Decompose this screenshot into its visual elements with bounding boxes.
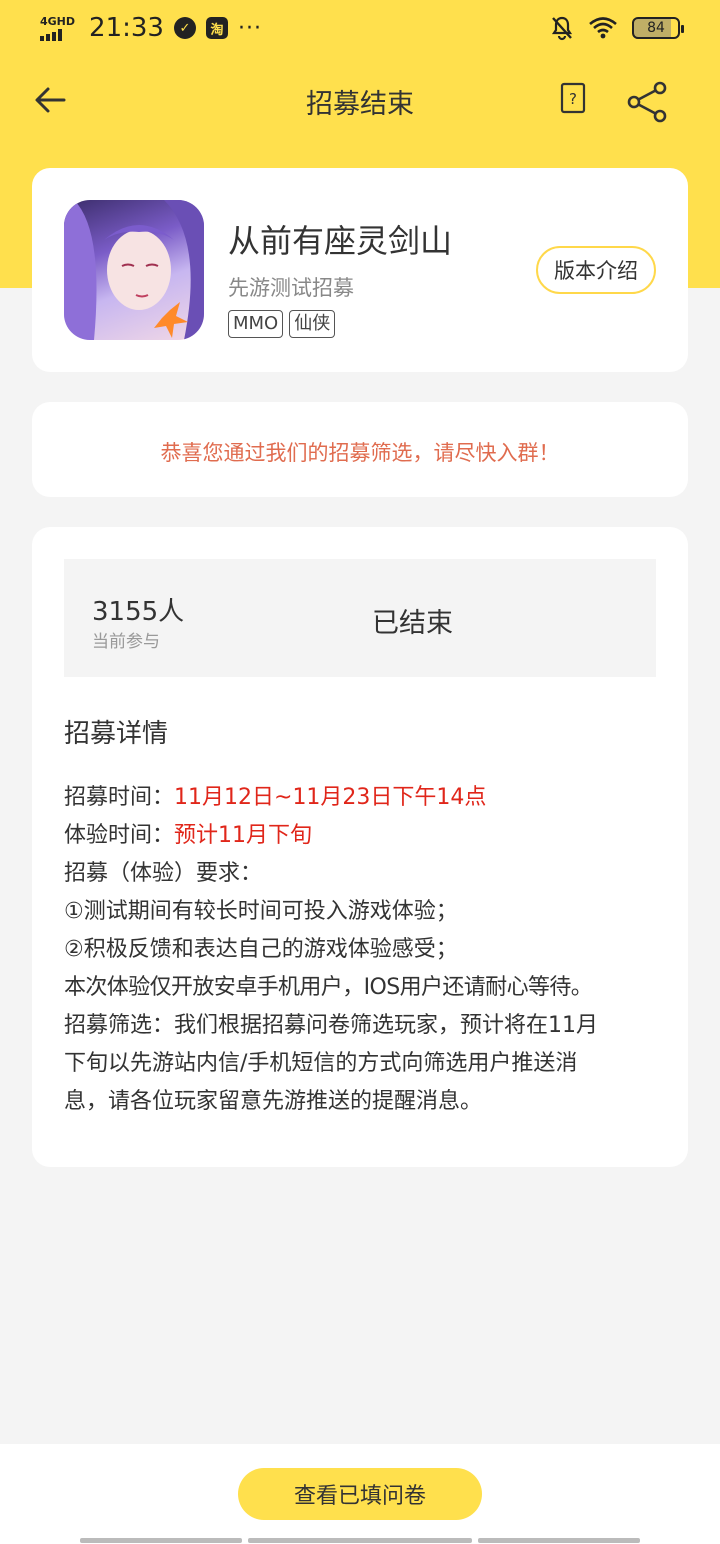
- recruit-time-line: 招募时间：11月12日~11月23日下午14点: [64, 779, 664, 817]
- game-character-art: [64, 200, 204, 340]
- filter-line-1: 招募筛选：我们根据招募问卷筛选玩家，预计将在11月: [64, 1013, 598, 1038]
- question-card-icon: ?: [560, 82, 586, 114]
- detail-card: 3155人 当前参与 已结束 招募详情 招募时间：11月12日~11月23日下午…: [32, 527, 688, 1167]
- stats-box: 3155人 当前参与 已结束: [64, 559, 656, 677]
- nav-indicator-left: [80, 1538, 242, 1543]
- status-time: 21:33: [89, 13, 164, 43]
- congrats-card: 恭喜您通过我们的招募筛选，请尽快入群！: [32, 402, 688, 497]
- version-intro-button[interactable]: 版本介绍: [536, 246, 656, 294]
- game-card: 从前有座灵剑山 先游测试招募 MMO 仙侠 版本介绍: [32, 168, 688, 372]
- filter-line-2: 下旬以先游站内信/手机短信的方式向筛选用户推送消: [64, 1051, 578, 1076]
- taobao-notification-icon: 淘: [205, 17, 228, 39]
- share-button[interactable]: [626, 80, 670, 124]
- notification-app-icon: ✓: [173, 17, 196, 39]
- status-bar: 4GHD 21:33 ✓ 淘 ··· 84: [0, 0, 720, 56]
- page-title: 招募结束: [306, 89, 414, 120]
- help-button[interactable]: ?: [560, 82, 594, 118]
- bell-muted-icon: [551, 16, 573, 41]
- recruit-time-value: 11月12日~11月23日下午14点: [174, 785, 487, 810]
- wifi-icon: [589, 17, 617, 39]
- share-icon: [627, 81, 667, 123]
- nav-indicator-center: [248, 1538, 472, 1543]
- nav-bar: 招募结束 ?: [0, 60, 720, 140]
- detail-title: 招募详情: [64, 719, 169, 749]
- filter-line-3: 息，请各位玩家留意先游推送的提醒消息。: [64, 1089, 483, 1114]
- tag-xianxia: 仙侠: [289, 310, 336, 338]
- more-notifications-icon: ···: [237, 15, 262, 41]
- requirement-2: ②积极反馈和表达自己的游戏体验感受；: [64, 937, 458, 962]
- game-subtitle: 先游测试招募: [228, 276, 354, 300]
- view-questionnaire-button[interactable]: 查看已填问卷: [238, 1468, 482, 1520]
- recruit-time-label: 招募时间：: [64, 785, 175, 810]
- recruit-status: 已结束: [372, 608, 453, 639]
- participant-count: 3155人: [92, 597, 185, 627]
- requirement-1: ①测试期间有较长时间可投入游戏体验；: [64, 899, 458, 924]
- experience-time-value: 预计11月下旬: [174, 823, 313, 848]
- game-tags: MMO 仙侠: [228, 310, 336, 338]
- signal-indicator: 4GHD: [40, 16, 75, 41]
- requirements-label: 招募（体验）要求：: [64, 861, 263, 886]
- platform-note: 本次体验仅开放安卓手机用户，IOS用户还请耐心等待。: [64, 975, 593, 1000]
- battery-level: 84: [647, 20, 665, 36]
- game-icon[interactable]: [64, 200, 204, 340]
- network-type: 4GHD: [40, 14, 76, 28]
- signal-bars-icon: [40, 28, 62, 41]
- game-name: 从前有座灵剑山: [228, 222, 453, 260]
- tag-mmo: MMO: [228, 310, 284, 338]
- experience-time-label: 体验时间：: [64, 823, 175, 848]
- congrats-message: 恭喜您通过我们的招募筛选，请尽快入群！: [160, 441, 560, 465]
- detail-body: 招募时间：11月12日~11月23日下午14点 体验时间：预计11月下旬 招募（…: [64, 779, 664, 1121]
- experience-time-line: 体验时间：预计11月下旬: [64, 817, 664, 855]
- nav-indicator-right: [478, 1538, 640, 1543]
- battery-icon: 84: [632, 17, 684, 39]
- participant-count-label: 当前参与: [92, 632, 160, 652]
- bottom-bar: 查看已填问卷: [0, 1444, 720, 1544]
- svg-text:?: ?: [569, 90, 577, 108]
